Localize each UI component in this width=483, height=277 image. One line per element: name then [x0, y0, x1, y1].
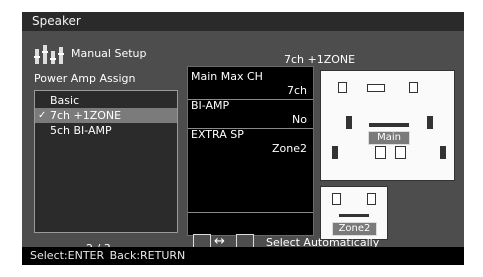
zone2-speaker-diagram: Zone2 — [320, 186, 388, 240]
main-zone-label: Main — [368, 131, 410, 145]
power-amp-assign-label: Power Amp Assign — [34, 72, 136, 85]
list-item-7ch-1zone[interactable]: ✓ 7ch +1ZONE — [35, 108, 177, 123]
speaker-icon — [375, 146, 386, 159]
param-name: EXTRA SP — [191, 128, 244, 141]
parameter-panel: Main Max CH 7ch BI-AMP No EXTRA SP Zone2 — [187, 66, 314, 236]
speaker-icon — [332, 193, 341, 205]
speaker-icon — [409, 82, 418, 93]
speaker-window: Speaker Manual Setup Power Amp Assign Ba… — [22, 12, 464, 265]
divider — [188, 212, 313, 213]
speaker-icon — [427, 116, 433, 129]
status-bar: Select:ENTER Back:RETURN — [22, 247, 464, 265]
listening-position-icon — [339, 214, 369, 217]
list-item-label: 5ch BI-AMP — [50, 124, 112, 137]
list-item-5ch-bi-amp[interactable]: 5ch BI-AMP — [35, 123, 177, 138]
zone2-label: Zone2 — [332, 222, 377, 236]
title-bar: Speaker — [22, 12, 464, 31]
param-value: No — [292, 113, 307, 126]
speaker-setup-icon — [34, 45, 64, 64]
speaker-icon — [367, 193, 376, 205]
param-value: 7ch — [286, 84, 307, 97]
manual-setup-label: Manual Setup — [71, 47, 147, 60]
speaker-icon — [346, 116, 352, 129]
speaker-icon — [367, 84, 385, 92]
speaker-icon — [332, 146, 338, 159]
speaker-icon — [440, 146, 446, 159]
speaker-icon — [395, 146, 406, 159]
param-name: BI-AMP — [191, 99, 230, 112]
checkmark-icon: ✓ — [38, 110, 47, 121]
speaker-icon — [338, 82, 347, 93]
config-title: 7ch +1ZONE — [284, 53, 356, 66]
param-name: Main Max CH — [191, 70, 263, 83]
listening-position-icon — [369, 123, 409, 127]
status-text: Select:ENTER Back:RETURN — [30, 249, 186, 262]
main-speaker-diagram: Main — [320, 70, 455, 181]
window-title: Speaker — [32, 14, 81, 28]
content-area: Manual Setup Power Amp Assign Basic ✓ 7c… — [22, 31, 464, 255]
list-item-label: 7ch +1ZONE — [50, 109, 122, 122]
power-amp-list: Basic ✓ 7ch +1ZONE 5ch BI-AMP — [34, 90, 178, 233]
list-item-basic[interactable]: Basic — [35, 93, 177, 108]
param-value: Zone2 — [271, 142, 307, 155]
list-item-label: Basic — [50, 94, 80, 107]
